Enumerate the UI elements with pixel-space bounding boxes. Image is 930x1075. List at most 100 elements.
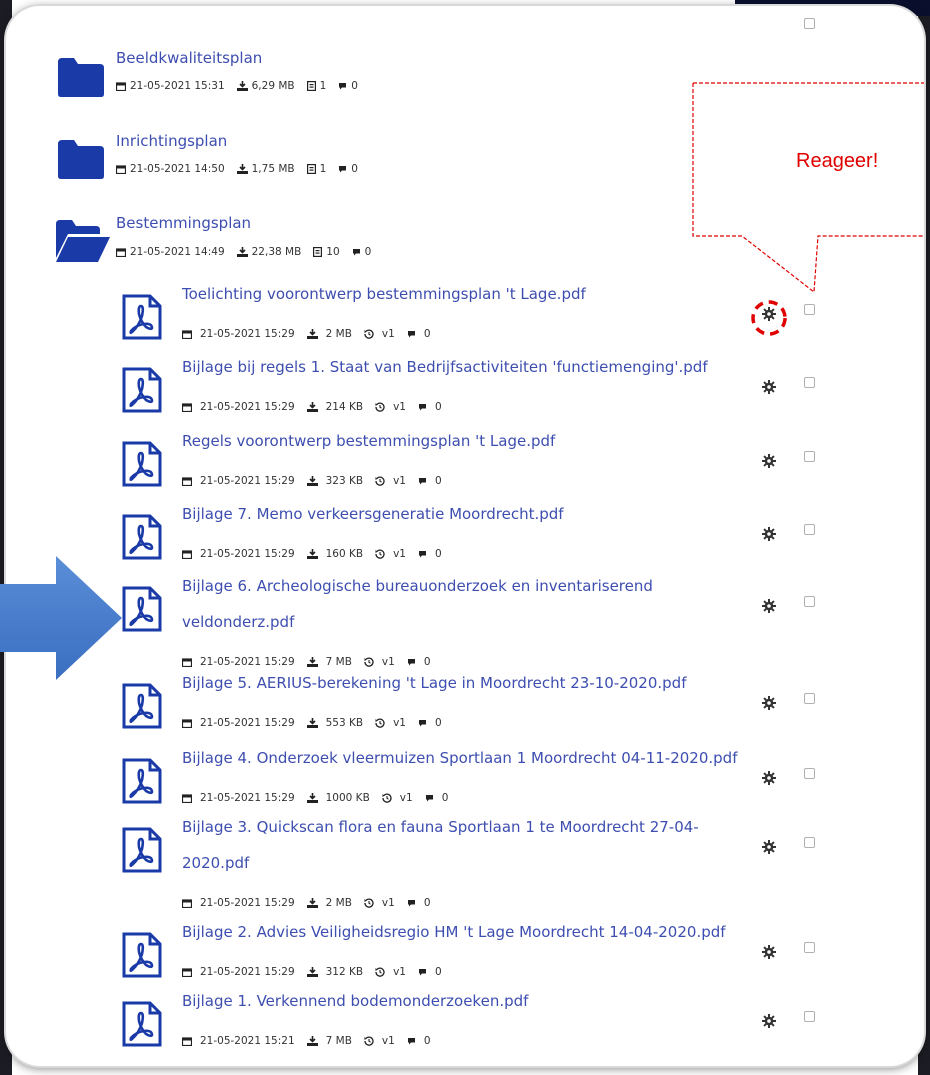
file-name[interactable]: Bijlage bij regels 1. Staat van Bedrijfs… xyxy=(182,355,708,380)
pdf-file-icon xyxy=(122,441,162,491)
gear-icon[interactable] xyxy=(762,944,776,963)
comment-icon xyxy=(339,83,347,90)
comment-icon xyxy=(418,477,431,485)
calendar-icon xyxy=(182,402,196,412)
file-name-line2: veldonderz.pdf xyxy=(182,613,295,631)
row-checkbox[interactable] xyxy=(804,377,815,388)
download-icon xyxy=(236,164,248,174)
row-checkbox[interactable] xyxy=(804,451,815,462)
gear-icon[interactable] xyxy=(762,453,776,472)
comment-icon xyxy=(418,403,431,411)
file-name-line1: Bijlage 6. Archeologische bureauonderzoe… xyxy=(182,577,653,595)
file-meta: 21-05-2021 15:29 312 KB v1 0 xyxy=(182,966,454,978)
comment-icon xyxy=(339,166,347,173)
calendar-icon xyxy=(182,967,196,977)
calendar-icon xyxy=(116,164,126,174)
folder-name[interactable]: Beeldkwaliteitsplan xyxy=(116,46,262,71)
file-name[interactable]: Bijlage 6. Archeologische bureauonderzoe… xyxy=(182,574,653,635)
history-icon xyxy=(375,967,389,977)
calendar-icon xyxy=(182,476,196,486)
comment-icon xyxy=(425,794,438,802)
row-checkbox[interactable] xyxy=(804,693,815,704)
gear-icon[interactable] xyxy=(762,839,776,858)
row-checkbox[interactable] xyxy=(804,768,815,779)
file-name[interactable]: Bijlage 3. Quickscan flora en fauna Spor… xyxy=(182,815,699,876)
calendar-icon xyxy=(182,1036,196,1046)
file-meta: 21-05-2021 15:29 323 KB v1 0 xyxy=(182,475,454,487)
callout-text: Reageer! xyxy=(796,150,879,172)
file-name[interactable]: Regels voorontwerp bestemmingsplan 't La… xyxy=(182,429,555,454)
calendar-icon xyxy=(116,247,126,257)
row-checkbox[interactable] xyxy=(804,304,815,315)
pointer-arrow xyxy=(0,556,122,680)
comment-icon xyxy=(407,330,420,338)
calendar-icon xyxy=(182,718,196,728)
pdf-file-icon xyxy=(122,294,162,344)
download-icon xyxy=(236,81,248,91)
file-name[interactable]: Bijlage 2. Advies Veiligheidsregio HM 't… xyxy=(182,920,726,945)
file-name[interactable]: Toelichting voorontwerp bestemmingsplan … xyxy=(182,282,586,307)
calendar-icon xyxy=(182,657,196,667)
file-name-line1: Bijlage 3. Quickscan flora en fauna Spor… xyxy=(182,818,699,836)
comment-icon xyxy=(418,550,431,558)
row-checkbox[interactable] xyxy=(804,1011,815,1022)
pdf-file-icon xyxy=(122,367,162,417)
file-name[interactable]: Bijlage 1. Verkennend bodemonderzoeken.p… xyxy=(182,989,528,1014)
folder-name[interactable]: Bestemmingsplan xyxy=(116,211,251,236)
download-icon xyxy=(306,657,322,667)
row-checkbox[interactable] xyxy=(804,18,815,29)
file-meta: 21-05-2021 15:29 553 KB v1 0 xyxy=(182,717,454,729)
download-icon xyxy=(306,1036,322,1046)
calendar-icon xyxy=(182,329,196,339)
history-icon xyxy=(375,549,389,559)
file-name[interactable]: Bijlage 5. AERIUS-berekening 't Lage in … xyxy=(182,671,687,696)
gear-icon[interactable] xyxy=(762,526,776,545)
file-name-line1: Bijlage 2. Advies Veiligheidsregio HM 't… xyxy=(182,923,726,941)
file-name[interactable]: Bijlage 4. Onderzoek vleermuizen Sportla… xyxy=(182,746,737,771)
file-name-line2: 2020.pdf xyxy=(182,854,250,872)
folder-meta: 21-05-2021 14:49 22,38 MB 10 0 xyxy=(116,246,383,258)
file-name-line1: Bijlage bij regels 1. Staat van Bedrijfs… xyxy=(182,358,708,376)
comment-icon xyxy=(418,719,431,727)
gear-icon[interactable] xyxy=(762,1013,776,1032)
file-meta: 21-05-2021 15:29 1000 KB v1 0 xyxy=(182,792,460,804)
gear-icon[interactable] xyxy=(762,770,776,789)
comment-icon xyxy=(407,899,420,907)
file-meta: 21-05-2021 15:29 2 MB v1 0 xyxy=(182,897,443,909)
comment-icon xyxy=(352,249,360,256)
file-meta: 21-05-2021 15:29 160 KB v1 0 xyxy=(182,548,454,560)
folder-name[interactable]: Inrichtingsplan xyxy=(116,129,227,154)
file-count-icon xyxy=(306,164,316,174)
pdf-file-icon xyxy=(122,827,162,877)
gear-icon[interactable] xyxy=(762,695,776,714)
download-icon xyxy=(236,247,248,257)
calendar-icon xyxy=(182,793,196,803)
row-checkbox[interactable] xyxy=(804,596,815,607)
calendar-icon xyxy=(116,81,126,91)
download-icon xyxy=(306,898,322,908)
row-checkbox[interactable] xyxy=(804,942,815,953)
row-checkbox[interactable] xyxy=(804,837,815,848)
history-icon xyxy=(364,898,378,908)
file-count-icon xyxy=(313,247,323,257)
pdf-file-icon xyxy=(122,758,162,808)
folder-meta: 21-05-2021 15:31 6,29 MB 1 0 xyxy=(116,80,370,92)
row-checkbox[interactable] xyxy=(804,524,815,535)
pdf-file-icon xyxy=(122,932,162,982)
file-name-line1: Bijlage 1. Verkennend bodemonderzoeken.p… xyxy=(182,992,529,1010)
comment-icon xyxy=(407,658,420,666)
download-icon xyxy=(306,549,322,559)
history-icon xyxy=(375,476,389,486)
history-icon xyxy=(382,793,396,803)
download-icon xyxy=(306,967,322,977)
folder-icon xyxy=(58,58,104,97)
gear-icon[interactable] xyxy=(762,379,776,398)
document-list-panel: Beeldkwaliteitsplan 21-05-2021 15:31 6,2… xyxy=(6,6,924,1066)
gear-icon[interactable] xyxy=(762,598,776,617)
file-name-line1: Toelichting voorontwerp bestemmingsplan … xyxy=(182,285,586,303)
callout-bubble xyxy=(692,82,924,292)
file-name[interactable]: Bijlage 7. Memo verkeersgeneratie Moordr… xyxy=(182,502,564,527)
history-icon xyxy=(364,329,378,339)
comment-icon xyxy=(407,1037,420,1045)
download-icon xyxy=(306,329,322,339)
